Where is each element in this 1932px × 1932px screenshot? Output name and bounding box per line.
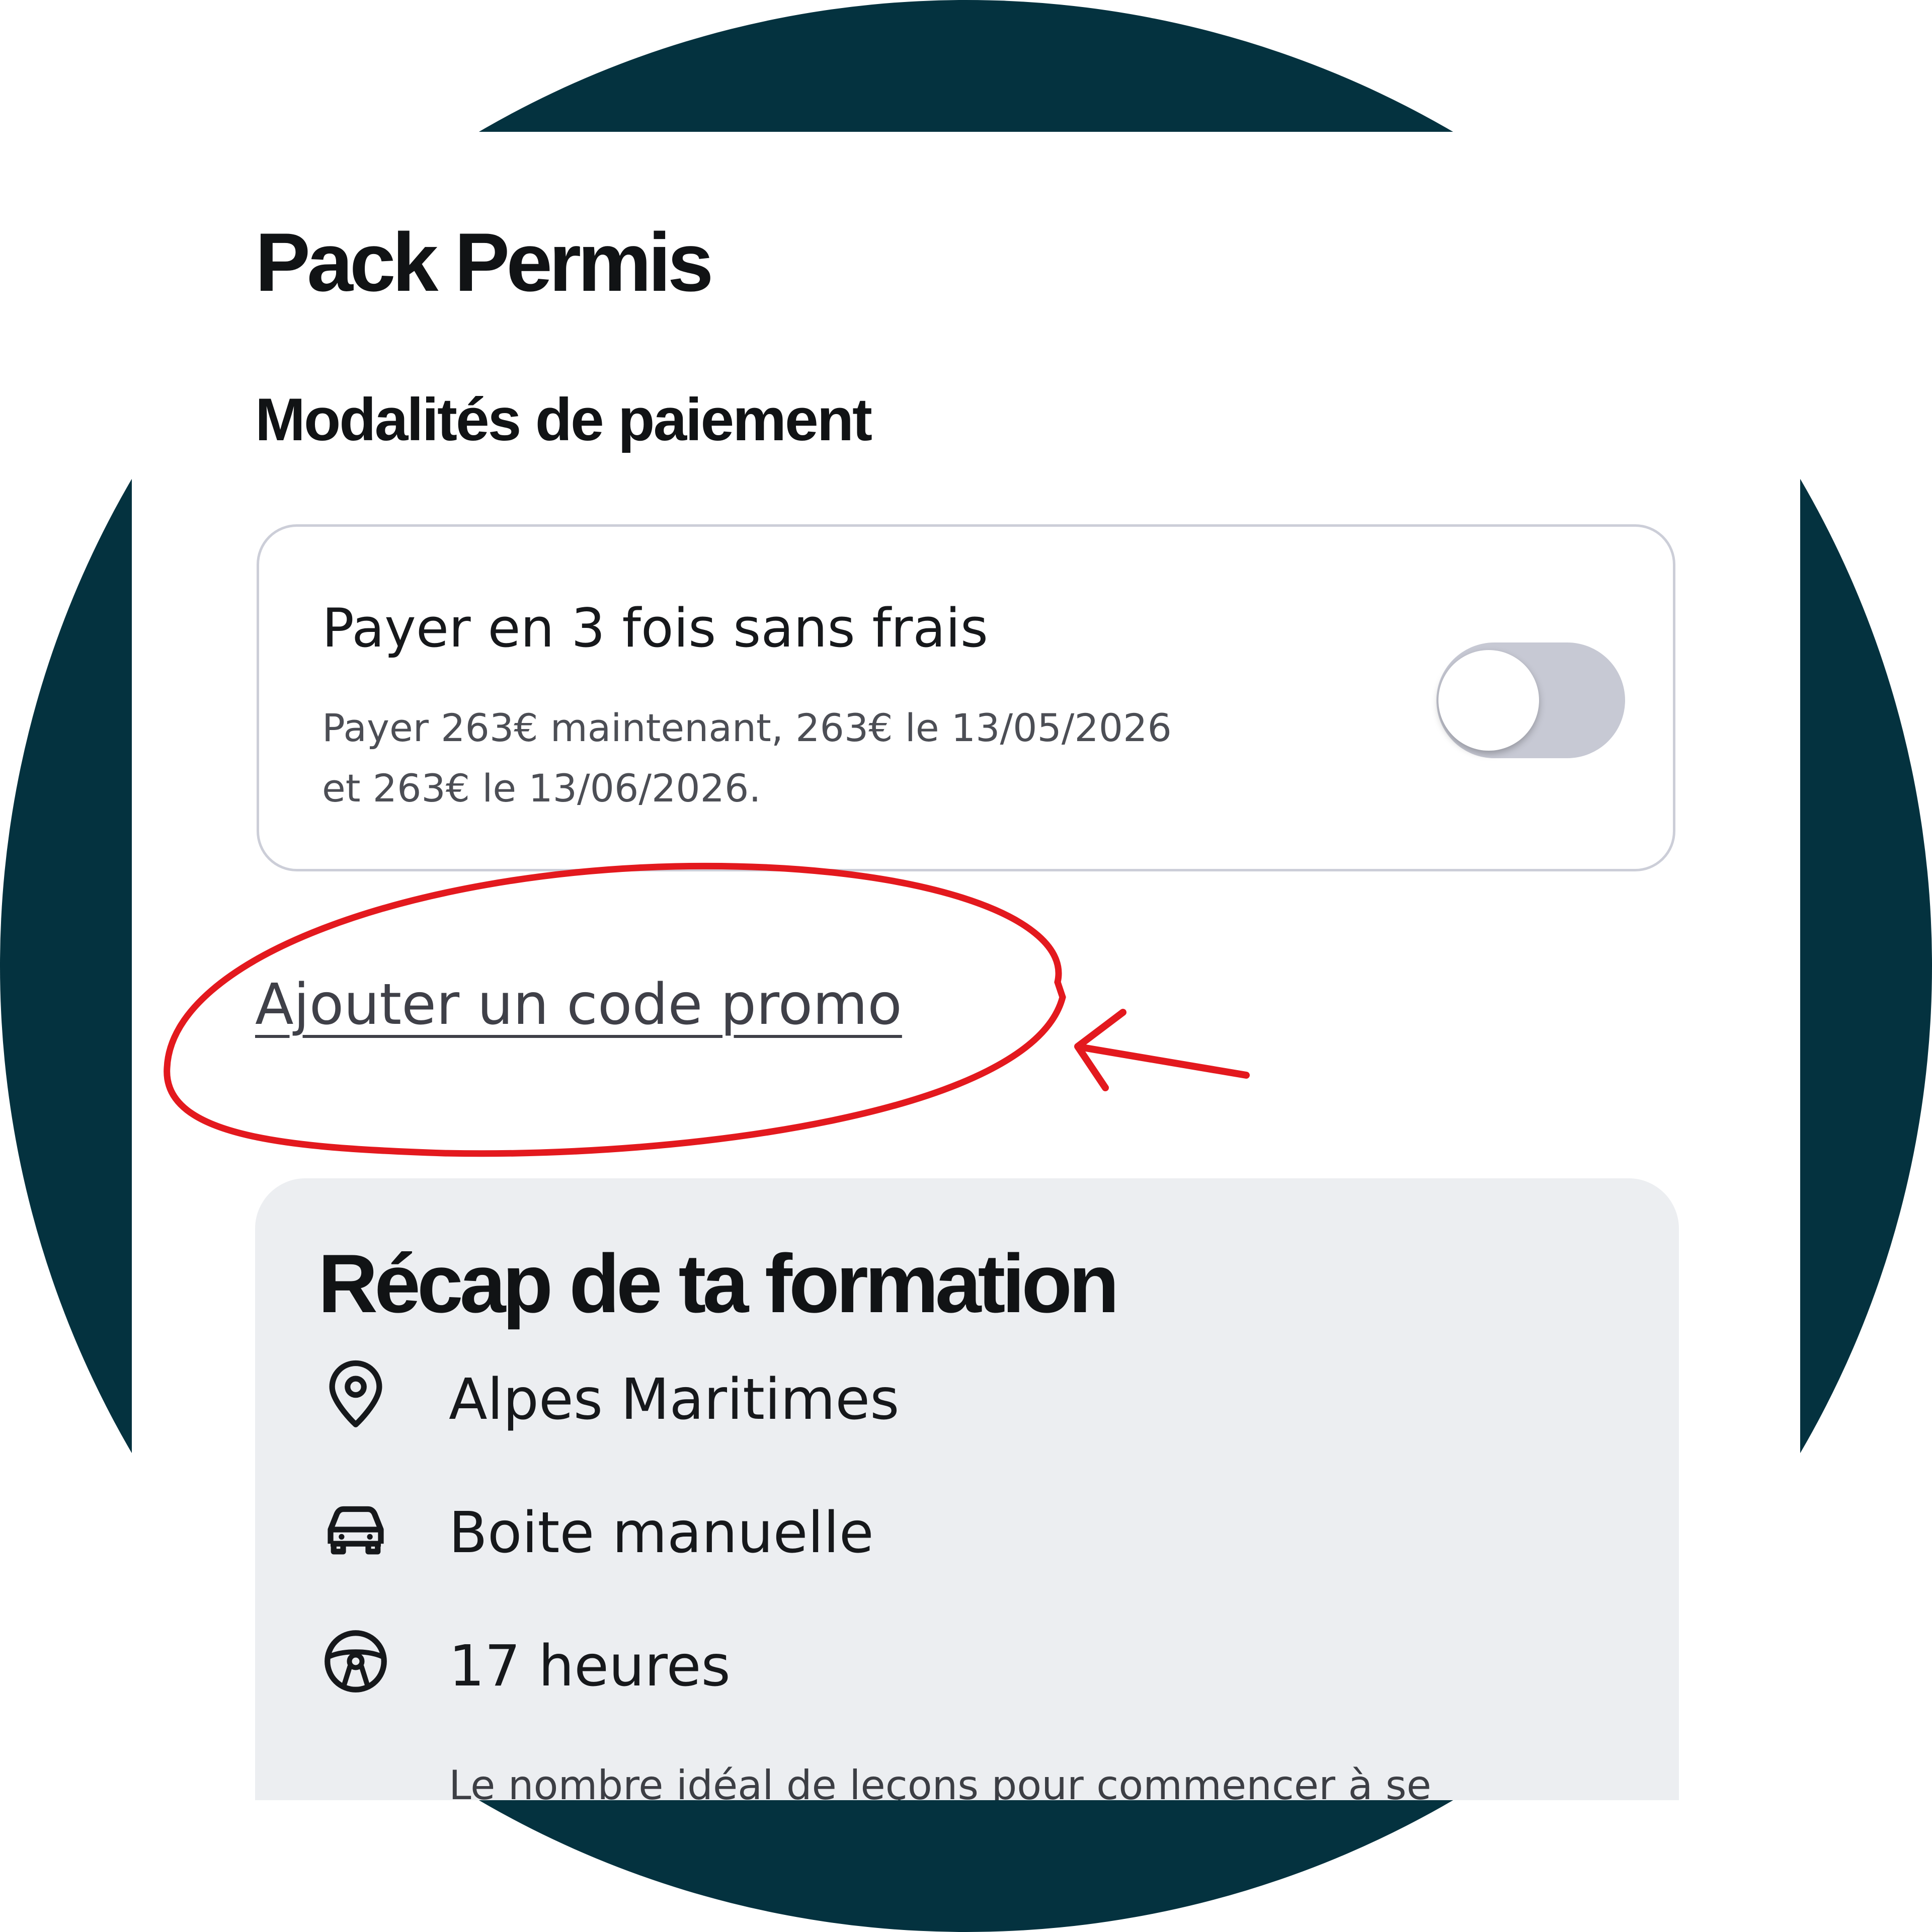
installments-description-line1: Payer 263€ maintenant, 263€ le 13/05/202… [322, 705, 1172, 750]
installments-option-box: Payer en 3 fois sans frais Payer 263€ ma… [257, 524, 1675, 871]
installments-title: Payer en 3 fois sans frais [322, 597, 988, 659]
checkout-card: Pack Permis Modalités de paiement Payer … [132, 132, 1800, 1800]
recap-title: Récap de ta formation [318, 1237, 1119, 1330]
recap-hours-note: Le nombre idéal de leçons pour commencer… [449, 1762, 1431, 1800]
car-icon [328, 1506, 384, 1555]
installments-toggle[interactable] [1436, 642, 1625, 758]
add-promo-code-link[interactable]: Ajouter un code promo [255, 972, 902, 1037]
toggle-knob [1438, 650, 1539, 751]
steering-wheel-icon [325, 1630, 387, 1693]
recap-item-gearbox: Boite manuelle [449, 1500, 874, 1566]
installments-description: Payer 263€ maintenant, 263€ le 13/05/202… [322, 698, 1379, 819]
page-title: Pack Permis [255, 216, 714, 308]
recap-item-hours: 17 heures [449, 1634, 731, 1699]
arrow-head [1074, 1009, 1126, 1091]
arrow-shaft [1079, 1044, 1250, 1079]
payment-section-title: Modalités de paiement [255, 386, 872, 453]
installments-description-line2: et 263€ le 13/06/2026. [322, 766, 761, 811]
location-pin-icon [329, 1360, 382, 1427]
recap-item-location: Alpes Maritimes [449, 1367, 900, 1432]
training-recap-panel: Récap de ta formation Alpes Maritimes Bo… [255, 1178, 1679, 1800]
